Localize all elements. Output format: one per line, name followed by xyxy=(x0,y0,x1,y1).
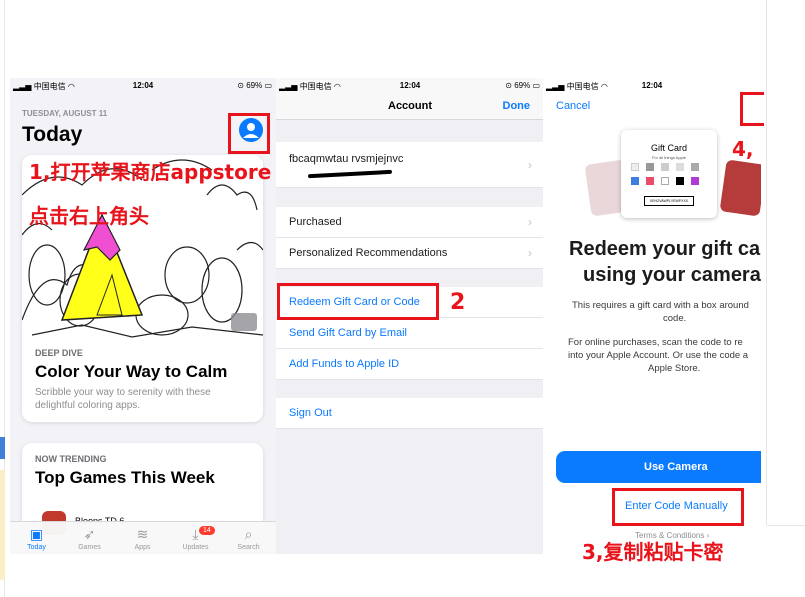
battery-level: 69% xyxy=(514,81,531,90)
tab-games[interactable]: ➶ Games xyxy=(63,526,116,551)
orientation-lock-icon: ⊙ xyxy=(505,81,515,90)
account-name: fbcaqmwtau rvsmjejnvc xyxy=(289,153,404,165)
today-icon: ▣ xyxy=(29,526,44,542)
step3-instruction: 3,复制粘贴卡密 xyxy=(582,540,724,564)
cancel-button[interactable]: Cancel xyxy=(556,100,590,112)
tab-updates[interactable]: ⤓ Updates 14 xyxy=(169,526,222,551)
sign-out-row[interactable]: Sign Out xyxy=(276,398,544,429)
gift-card-subtitle: For all things Apple xyxy=(651,155,687,160)
redacted-email xyxy=(307,169,393,179)
chevron-right-icon: › xyxy=(528,246,532,260)
highlight-enter-code xyxy=(612,488,744,526)
highlight-avatar xyxy=(228,113,270,154)
status-time: 12:04 xyxy=(641,81,663,90)
redeem-para2-cont: into your Apple Account. Or use the code… xyxy=(568,350,749,361)
battery-level: 69% xyxy=(246,81,263,90)
redeem-para1: This requires a gift card with a box aro… xyxy=(572,300,749,311)
add-funds-row[interactable]: Add Funds to Apple ID xyxy=(276,349,544,380)
rocket-icon: ➶ xyxy=(83,526,96,542)
card-description: Scribble your way to serenity with these… xyxy=(35,387,211,411)
status-bar: ▂▃▅ 中国电信 ◠ 12:04 ⊙ 69% ▭ xyxy=(276,78,544,94)
step4-label: 4, xyxy=(732,137,754,161)
right-edge-line xyxy=(766,0,767,525)
search-icon: ⌕ xyxy=(244,526,253,542)
purchased-row[interactable]: Purchased › xyxy=(276,207,544,238)
step2-label: 2 xyxy=(450,290,466,315)
gift-card-brand: Gift Card xyxy=(650,143,687,153)
send-gift-card-row[interactable]: Send Gift Card by Email xyxy=(276,318,544,349)
tab-search[interactable]: ⌕ Search xyxy=(222,526,275,551)
updates-badge: 14 xyxy=(199,526,215,535)
redeem-heading-line1: Redeem your gift ca xyxy=(569,238,761,260)
orientation-lock-icon: ⊙ xyxy=(237,81,247,90)
gift-card-app-icons xyxy=(631,163,707,189)
tab-today[interactable]: ▣ Today xyxy=(10,526,63,551)
card-eyebrow: NOW TRENDING xyxy=(35,454,107,464)
account-profile-row[interactable]: fbcaqmwtau rvsmjejnvc › xyxy=(276,142,544,188)
left-blue-tab xyxy=(0,437,5,459)
today-date: TUESDAY, AUGUST 11 xyxy=(22,109,108,118)
redeem-screen: ▂▃▅ 中国电信 ◠ 12:04 ⊙ Cancel Gift Card For … xyxy=(543,78,761,554)
chevron-right-icon: › xyxy=(528,158,532,172)
use-camera-button[interactable]: Use Camera xyxy=(556,451,761,483)
step1-instruction: 1,打开苹果商店appstore xyxy=(29,160,272,184)
decorative-card-right xyxy=(719,159,761,217)
story-card-deep-dive[interactable]: DEEP DIVE Color Your Way to Calm Scribbl… xyxy=(22,155,263,422)
tab-apps[interactable]: ≋ Apps xyxy=(116,526,169,551)
status-time: 12:04 xyxy=(399,81,421,90)
layers-icon: ≋ xyxy=(136,526,149,542)
chevron-right-icon: › xyxy=(528,215,532,229)
gift-card-illustration: Gift Card For all things Apple XEHZVAWPL… xyxy=(583,120,761,220)
left-yellow-strip xyxy=(0,470,5,580)
done-button[interactable]: Done xyxy=(503,100,531,112)
gift-card-code: XEHZVAWPLYEWPXXX xyxy=(644,196,694,206)
battery-icon: ▭ xyxy=(264,81,272,90)
status-time: 12:04 xyxy=(132,81,154,90)
card-title: Top Games This Week xyxy=(35,468,215,487)
status-bar: ▂▃▅ 中国电信 ◠ 12:04 ⊙ 69% ▭ xyxy=(10,78,276,94)
redeem-para2-cont2: Apple Store. xyxy=(648,363,701,374)
tab-bar: ▣ Today ➶ Games ≋ Apps ⤓ Updates 14 ⌕ Search xyxy=(10,521,276,554)
status-bar: ▂▃▅ 中国电信 ◠ 12:04 ⊙ xyxy=(543,78,761,94)
right-edge-strip xyxy=(767,525,805,526)
card-title: Color Your Way to Calm xyxy=(35,362,228,381)
step1-instruction-cont: 点击右上角头 xyxy=(29,204,149,228)
recommendations-row[interactable]: Personalized Recommendations › xyxy=(276,238,544,269)
gift-card: Gift Card For all things Apple XEHZVAWPL… xyxy=(621,130,717,218)
highlight-redeem xyxy=(277,283,439,320)
highlight-next xyxy=(740,92,764,126)
redeem-para1-cont: code. xyxy=(663,313,687,324)
redeem-heading-line2: using your camera xyxy=(583,264,761,286)
battery-icon: ▭ xyxy=(532,81,540,90)
page-title: Today xyxy=(22,123,83,146)
redeem-para2: For online purchases, scan the code to r… xyxy=(568,337,743,348)
card-eyebrow: DEEP DIVE xyxy=(35,348,83,358)
